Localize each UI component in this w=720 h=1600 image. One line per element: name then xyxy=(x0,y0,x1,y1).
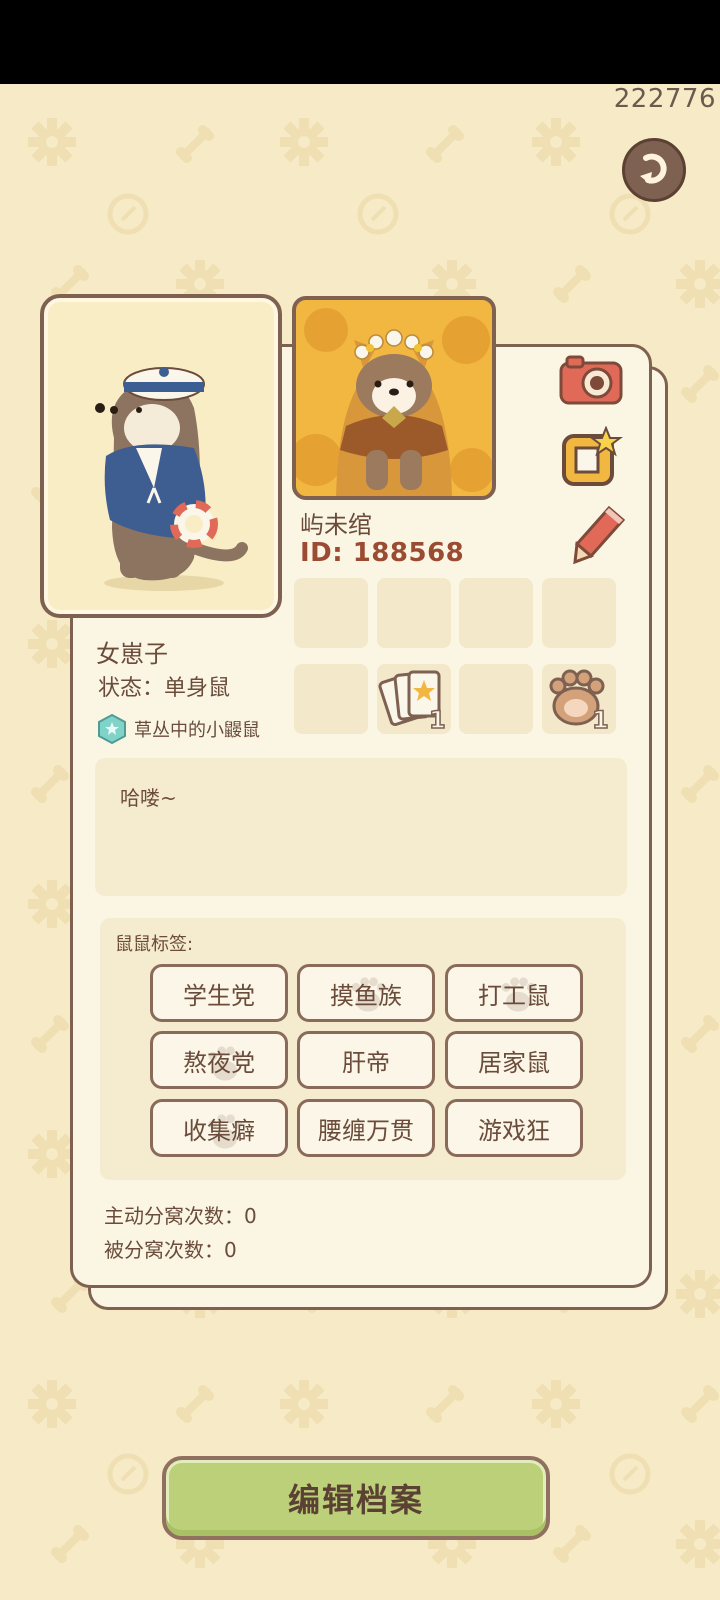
gem-badge-icon xyxy=(98,713,126,745)
slot-empty-5[interactable] xyxy=(294,664,368,734)
tag-label: 收集癖 xyxy=(183,1116,255,1145)
slot-paw[interactable]: 1 xyxy=(542,664,616,735)
back-icon xyxy=(640,153,667,184)
tag-label: 肝帝 xyxy=(342,1048,390,1077)
character-avatar[interactable] xyxy=(40,294,282,618)
user-id: ID: 188568 xyxy=(300,538,465,568)
tag-label: 打工鼠 xyxy=(478,981,550,1010)
bio-text: 哈喽~ xyxy=(120,786,177,810)
header-number: 222776 xyxy=(613,84,716,114)
tag-label: 学生党 xyxy=(183,981,255,1010)
tag-5[interactable]: 肝帝 xyxy=(297,1031,435,1089)
tag-1[interactable]: 学生党 xyxy=(150,964,288,1022)
status-text: 状态：单身鼠 xyxy=(98,676,231,701)
frame-star-icon xyxy=(562,426,623,486)
status-bar xyxy=(0,0,720,84)
tag-3[interactable]: 打工鼠 xyxy=(445,964,583,1022)
username: 屿未绾 xyxy=(300,511,372,539)
frame-button[interactable] xyxy=(556,424,626,494)
tag-label: 腰缠万贯 xyxy=(318,1116,414,1145)
tag-4[interactable]: 熬夜党 xyxy=(150,1031,288,1089)
edit-profile-button[interactable]: 编辑档案 xyxy=(162,1456,550,1540)
shiba-profile-icon xyxy=(296,308,492,496)
nickname: 女崽子 xyxy=(96,640,168,668)
tag-2[interactable]: 摸鱼族 xyxy=(297,964,435,1022)
bio-box[interactable] xyxy=(95,758,627,896)
title-text: 草丛中的小鼹鼠 xyxy=(134,720,260,741)
tags-title: 鼠鼠标签: xyxy=(115,934,194,955)
slot-empty-4[interactable] xyxy=(542,578,616,648)
paw-icon: 1 xyxy=(549,669,609,735)
slot-empty-1[interactable] xyxy=(294,578,368,648)
paw-count: 1 xyxy=(592,706,609,734)
slot-cards[interactable]: 1 xyxy=(377,664,451,735)
title-badge[interactable]: 草丛中的小鼹鼠 xyxy=(96,713,260,745)
tag-label: 摸鱼族 xyxy=(330,981,402,1010)
pencil-icon xyxy=(573,505,626,565)
slot-empty-3[interactable] xyxy=(459,578,533,648)
tag-6[interactable]: 居家鼠 xyxy=(445,1031,583,1089)
cards-icon: 1 xyxy=(378,670,446,735)
tag-8[interactable]: 腰缠万贯 xyxy=(297,1099,435,1157)
tag-label: 居家鼠 xyxy=(478,1048,550,1077)
otter-character-icon xyxy=(95,367,248,591)
profile-picture[interactable] xyxy=(292,296,496,500)
slot-empty-2[interactable] xyxy=(377,578,451,648)
active-split-count: 主动分窝次数：0 xyxy=(104,1204,257,1228)
tag-label: 熬夜党 xyxy=(183,1048,255,1077)
edit-name-button[interactable] xyxy=(564,500,634,570)
tag-7[interactable]: 收集癖 xyxy=(150,1099,288,1157)
back-button[interactable] xyxy=(622,138,686,202)
cards-count: 1 xyxy=(429,706,446,734)
tag-9[interactable]: 游戏狂 xyxy=(445,1099,583,1157)
camera-button[interactable] xyxy=(556,346,626,416)
slot-empty-6[interactable] xyxy=(459,664,533,734)
tag-label: 游戏狂 xyxy=(478,1116,550,1145)
passive-split-count: 被分窝次数：0 xyxy=(104,1238,237,1262)
camera-icon xyxy=(559,355,623,405)
